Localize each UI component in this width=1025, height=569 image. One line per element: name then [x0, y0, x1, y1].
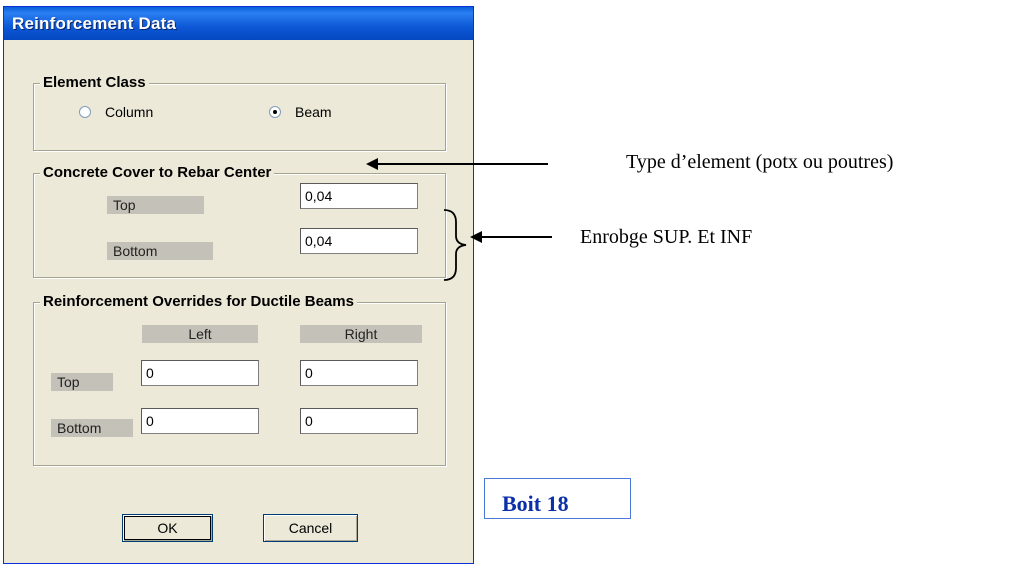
- cover-arrow: [470, 231, 552, 243]
- reinforcement-dialog: Reinforcement Data Element Class Column …: [3, 6, 474, 564]
- ok-button[interactable]: OK: [122, 514, 213, 542]
- cover-brace-icon: [443, 209, 467, 281]
- overrides-left-header: Left: [142, 325, 258, 343]
- override-bottom-left-input[interactable]: 0: [141, 408, 259, 434]
- radio-column-label: Column: [105, 104, 154, 120]
- cover-bottom-input[interactable]: 0,04: [300, 228, 418, 254]
- element-class-legend: Element Class: [40, 74, 149, 91]
- overrides-bottom-label: Bottom: [51, 419, 133, 437]
- radio-beam-label: Beam: [295, 104, 332, 120]
- override-top-left-input[interactable]: 0: [141, 360, 259, 386]
- overrides-group: Reinforcement Overrides for Ductile Beam…: [33, 293, 446, 466]
- radio-column[interactable]: Column: [79, 104, 153, 120]
- cancel-button[interactable]: Cancel: [263, 514, 358, 542]
- override-top-right-input[interactable]: 0: [300, 360, 418, 386]
- radio-beam-indicator[interactable]: [269, 106, 281, 118]
- cover-top-input[interactable]: 0,04: [300, 183, 418, 209]
- window-title: Reinforcement Data: [12, 14, 177, 33]
- element-class-group: Element Class Column Beam: [33, 74, 446, 151]
- radio-column-indicator[interactable]: [79, 106, 91, 118]
- element-type-note: Type d’element (potx ou poutres): [626, 151, 894, 173]
- title-bar[interactable]: Reinforcement Data: [4, 7, 473, 40]
- overrides-top-label: Top: [51, 373, 113, 391]
- radio-beam[interactable]: Beam: [269, 104, 332, 120]
- cover-bottom-label: Bottom: [107, 242, 213, 260]
- override-bottom-right-input[interactable]: 0: [300, 408, 418, 434]
- concrete-cover-legend: Concrete Cover to Rebar Center: [40, 164, 275, 181]
- boit-label: Boit 18: [484, 478, 631, 519]
- cover-note: Enrobge SUP. Et INF: [580, 226, 753, 248]
- overrides-legend: Reinforcement Overrides for Ductile Beam…: [40, 293, 357, 310]
- dialog-body: Element Class Column Beam Concrete Cover…: [4, 40, 473, 563]
- overrides-right-header: Right: [300, 325, 422, 343]
- cover-top-label: Top: [107, 196, 204, 214]
- element-type-arrow: [366, 158, 548, 170]
- concrete-cover-group: Concrete Cover to Rebar Center Top 0,04 …: [33, 164, 446, 278]
